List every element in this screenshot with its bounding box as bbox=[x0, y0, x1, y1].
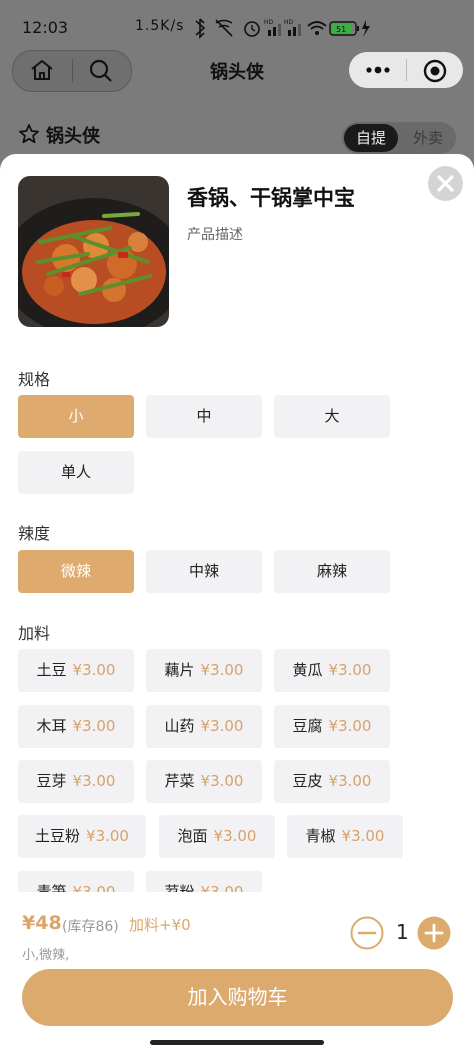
total-price: ¥48 bbox=[22, 912, 62, 934]
svg-text:51: 51 bbox=[336, 25, 346, 34]
spice-option-mild[interactable]: 微辣 bbox=[18, 550, 134, 593]
spice-section-title: 辣度 bbox=[18, 524, 51, 543]
topping-option[interactable]: 山药 ¥3.00 bbox=[146, 705, 262, 748]
size-section-title: 规格 bbox=[18, 370, 51, 389]
topping-option[interactable]: 藕片 ¥3.00 bbox=[146, 649, 262, 692]
status-icons: HD HD 51 bbox=[195, 18, 370, 39]
topping-option[interactable]: 豆皮 ¥3.00 bbox=[274, 760, 390, 803]
add-to-cart-button[interactable]: 加入购物车 bbox=[22, 969, 453, 1026]
toppings-section-title: 加料 bbox=[18, 624, 51, 643]
close-icon bbox=[437, 175, 454, 192]
topping-price: ¥3.00 bbox=[341, 827, 385, 845]
star-icon[interactable] bbox=[18, 123, 40, 145]
topping-name: 黄瓜 bbox=[292, 661, 323, 679]
topping-price: ¥3.00 bbox=[72, 661, 116, 679]
mode-delivery[interactable]: 外卖 bbox=[402, 124, 454, 152]
topping-option[interactable]: 土豆 ¥3.00 bbox=[18, 649, 134, 692]
size-option-medium[interactable]: 中 bbox=[146, 395, 262, 438]
network-speed: 1.5K/s bbox=[135, 18, 185, 34]
product-description: 产品描述 bbox=[187, 227, 243, 243]
topping-price: ¥3.00 bbox=[200, 717, 244, 735]
svg-text:HD: HD bbox=[264, 19, 274, 26]
minus-icon[interactable] bbox=[350, 916, 384, 950]
quantity-value: 1 bbox=[396, 920, 409, 944]
addon-price: 加料+¥0 bbox=[129, 916, 191, 934]
topping-name: 土豆 bbox=[36, 661, 67, 679]
topping-price: ¥3.00 bbox=[72, 772, 116, 790]
topping-price: ¥3.00 bbox=[200, 661, 244, 679]
home-indicator[interactable] bbox=[150, 1040, 324, 1045]
size-option-small[interactable]: 小 bbox=[18, 395, 134, 438]
topping-price: ¥3.00 bbox=[72, 717, 116, 735]
topping-price: ¥3.00 bbox=[86, 827, 129, 845]
size-option-single[interactable]: 单人 bbox=[18, 451, 134, 494]
plus-icon[interactable] bbox=[417, 916, 451, 950]
topping-name: 藕片 bbox=[164, 661, 195, 679]
product-name: 香锅、干锅掌中宝 bbox=[187, 186, 355, 210]
svg-text:HD: HD bbox=[284, 19, 294, 26]
store-name: 锅头侠 bbox=[46, 126, 100, 147]
topping-option[interactable]: 豆腐 ¥3.00 bbox=[274, 705, 390, 748]
topping-price: ¥3.00 bbox=[200, 772, 244, 790]
size-option-large[interactable]: 大 bbox=[274, 395, 390, 438]
order-mode-switch: 自提 外卖 bbox=[342, 122, 456, 154]
more-icon[interactable] bbox=[364, 62, 392, 78]
topping-name: 山药 bbox=[164, 717, 195, 735]
topping-name: 木耳 bbox=[36, 717, 67, 735]
topping-name: 豆皮 bbox=[292, 772, 323, 790]
topping-price: ¥3.00 bbox=[328, 717, 372, 735]
status-bar: 12:03 1.5K/s HD HD 51 bbox=[0, 0, 474, 56]
order-bar: ¥48 (库存86) 加料+¥0 小,微辣, 1 加入购物车 bbox=[0, 892, 474, 1053]
topping-price: ¥3.00 bbox=[328, 772, 372, 790]
status-time: 12:03 bbox=[22, 18, 69, 37]
target-icon[interactable] bbox=[423, 59, 447, 83]
product-options-sheet: 香锅、干锅掌中宝 产品描述 规格 小 中 大 单人 辣度 微辣 中辣 麻辣 加料… bbox=[0, 154, 474, 1053]
spice-option-medium[interactable]: 中辣 bbox=[146, 550, 262, 593]
topping-option[interactable]: 青椒 ¥3.00 bbox=[287, 815, 403, 858]
close-button[interactable] bbox=[428, 166, 463, 201]
topping-name: 豆芽 bbox=[36, 772, 67, 790]
topping-name: 芹菜 bbox=[164, 772, 195, 790]
topping-name: 青椒 bbox=[305, 827, 336, 845]
topping-name: 泡面 bbox=[177, 827, 208, 845]
stock-count: (库存86) bbox=[62, 919, 119, 935]
topping-option[interactable]: 木耳 ¥3.00 bbox=[18, 705, 134, 748]
spice-option-numbing[interactable]: 麻辣 bbox=[274, 550, 390, 593]
topping-name: 豆腐 bbox=[292, 717, 323, 735]
topping-option[interactable]: 土豆粉 ¥3.00 bbox=[18, 815, 146, 858]
topping-option[interactable]: 泡面 ¥3.00 bbox=[159, 815, 275, 858]
topping-price: ¥3.00 bbox=[213, 827, 257, 845]
product-image bbox=[18, 176, 169, 327]
topping-option[interactable]: 豆芽 ¥3.00 bbox=[18, 760, 134, 803]
selection-summary: 小,微辣, bbox=[22, 948, 70, 963]
capsule-divider bbox=[406, 59, 407, 81]
topping-price: ¥3.00 bbox=[328, 661, 372, 679]
mode-pickup[interactable]: 自提 bbox=[344, 124, 398, 152]
topping-name: 土豆粉 bbox=[35, 827, 81, 845]
topping-option[interactable]: 芹菜 ¥3.00 bbox=[146, 760, 262, 803]
topping-option[interactable]: 黄瓜 ¥3.00 bbox=[274, 649, 390, 692]
